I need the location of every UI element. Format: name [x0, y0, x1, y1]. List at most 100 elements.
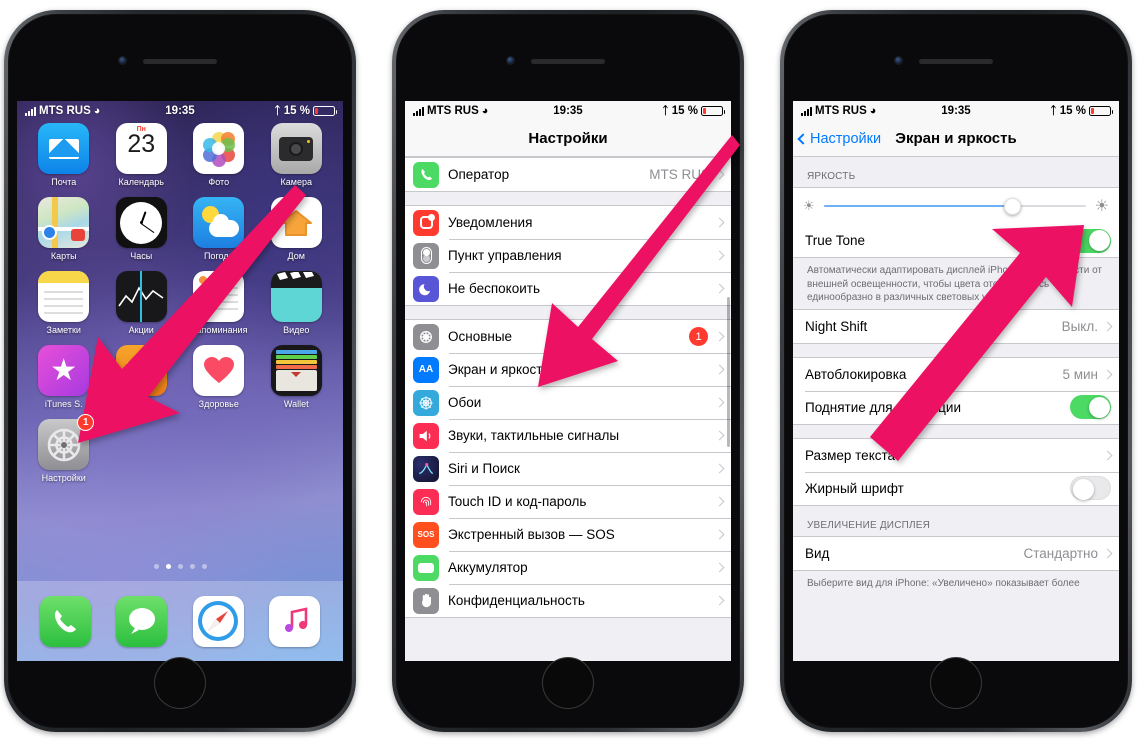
page-dot[interactable]: [153, 564, 159, 569]
settings-row-sounds[interactable]: Звуки, тактильные сигналы: [405, 419, 731, 452]
home-button[interactable]: [154, 657, 206, 709]
home-button[interactable]: [542, 657, 594, 709]
app-label: Погода: [203, 251, 234, 261]
music-note-icon[interactable]: [269, 595, 321, 647]
settings-row-display-brightness[interactable]: AA Экран и яркость: [405, 353, 731, 386]
view-row[interactable]: Вид Стандартно: [793, 536, 1119, 570]
camera-icon: [270, 123, 322, 174]
settings-row-operator[interactable]: Оператор MTS RUS: [405, 158, 731, 191]
notes-icon: [38, 271, 90, 322]
raise-to-wake-toggle[interactable]: [1070, 395, 1111, 419]
true-tone-toggle[interactable]: [1070, 228, 1111, 253]
chevron-right-icon: [714, 217, 725, 228]
app-itunes-store[interactable]: ★ iTunes S.: [25, 345, 103, 409]
app-home[interactable]: Дом: [258, 197, 336, 261]
app-notes[interactable]: Заметки: [25, 271, 103, 335]
photos-icon: [193, 123, 245, 174]
battery-percent: 15 %: [283, 105, 310, 117]
app-videos[interactable]: Видео: [258, 271, 336, 335]
text-group: Размер текста Жирный шрифт: [793, 437, 1119, 506]
display-brightness-icon: AA: [413, 356, 439, 383]
row-label: Вид: [805, 545, 830, 561]
settings-row-wallpaper[interactable]: Обои: [405, 386, 731, 419]
back-label: Настройки: [810, 130, 882, 147]
brightness-slider-row[interactable]: ☀ ☀: [793, 188, 1119, 224]
settings-row-do-not-disturb[interactable]: Не беспокоить: [405, 272, 731, 305]
row-label: Night Shift: [805, 318, 868, 334]
settings-row-battery[interactable]: Аккумулятор: [405, 551, 731, 584]
settings-row-sos[interactable]: SOS Экстренный вызов — SOS: [405, 518, 731, 551]
screenshot-stage: MTS RUS ◕ 19:35 ᛏ 15 % Почта Пн 23 Кален…: [0, 0, 1143, 744]
raise-to-wake-row[interactable]: Поднятие для активации: [793, 390, 1119, 424]
app-label: Часы: [130, 251, 153, 261]
app-mail[interactable]: Почта: [25, 123, 103, 187]
app-clock[interactable]: Часы: [103, 197, 181, 261]
battery-icon: [701, 106, 725, 116]
chevron-right-icon: [714, 529, 725, 540]
siri-icon: [413, 455, 439, 482]
navigation-bar-settings: Настройки: [405, 121, 731, 157]
settings-row-privacy[interactable]: Конфиденциальность: [405, 584, 731, 617]
row-label: Пункт управления: [448, 248, 562, 263]
display-settings-list[interactable]: ЯРКОСТЬ ☀ ☀ True Tone Автоматически адап…: [793, 157, 1119, 661]
phone-icon[interactable]: [39, 595, 91, 647]
settings-row-control-center[interactable]: Пункт управления: [405, 239, 731, 272]
bold-text-row[interactable]: Жирный шрифт: [793, 471, 1119, 505]
brightness-track[interactable]: [823, 197, 1086, 215]
chevron-right-icon: [714, 562, 725, 573]
text-size-row[interactable]: Размер текста: [793, 438, 1119, 472]
settings-row-general[interactable]: Основные 1: [405, 320, 731, 353]
list-gap: [405, 306, 731, 319]
bluetooth-icon: ᛏ: [1050, 105, 1057, 117]
app-stocks[interactable]: Акции: [103, 271, 181, 335]
app-calendar[interactable]: Пн 23 Календарь: [103, 123, 181, 187]
home-button[interactable]: [930, 657, 982, 709]
brightness-fill: [823, 204, 1013, 208]
settings-row-siri-search[interactable]: Siri и Поиск: [405, 452, 731, 485]
chevron-right-icon: [714, 430, 725, 441]
app-camera[interactable]: Камера: [258, 123, 336, 187]
true-tone-row[interactable]: True Tone: [793, 224, 1119, 257]
row-label: Обои: [448, 395, 482, 410]
app-wallet[interactable]: Wallet: [258, 345, 336, 409]
front-camera-icon: [118, 56, 127, 65]
app-photos[interactable]: Фото: [180, 123, 258, 187]
row-label: Звуки, тактильные сигналы: [448, 428, 620, 443]
settings-list[interactable]: Оператор MTS RUS Уведомления Пункт управ…: [405, 157, 731, 661]
clock-icon: [115, 197, 167, 248]
page-dot-active[interactable]: [165, 564, 171, 569]
app-settings[interactable]: 1 Настройки: [25, 414, 103, 483]
app-maps[interactable]: Карты: [25, 197, 103, 261]
app-reminders[interactable]: Напоминания: [180, 271, 258, 335]
app-label: Акции: [128, 325, 154, 335]
zoom-section-header: УВЕЛИЧЕНИЕ ДИСПЛЕЯ: [807, 519, 931, 531]
night-shift-row[interactable]: Night Shift Выкл.: [793, 309, 1119, 343]
back-button[interactable]: Настройки: [797, 130, 882, 147]
itunes-store-icon: ★: [38, 345, 90, 396]
list-gap: [793, 425, 1119, 438]
notifications-icon: [413, 209, 439, 236]
row-label: Поднятие для активации: [805, 399, 961, 415]
brightness-knob[interactable]: [1003, 197, 1021, 215]
app-label: Видео: [283, 325, 310, 335]
health-icon: [193, 345, 245, 396]
page-dot[interactable]: [201, 564, 207, 569]
safari-compass-icon[interactable]: [192, 595, 244, 647]
carrier-label: MTS RUS: [427, 105, 479, 117]
scrollbar[interactable]: [727, 297, 730, 447]
page-dot[interactable]: [189, 564, 195, 569]
app-ibooks[interactable]: iBooks: [103, 345, 181, 409]
app-health[interactable]: Здоровье: [180, 345, 258, 409]
ibooks-icon: [115, 345, 167, 396]
messages-icon[interactable]: [116, 595, 168, 647]
auto-lock-row[interactable]: Автоблокировка 5 мин: [793, 357, 1119, 391]
sounds-icon: [413, 422, 439, 449]
app-label: Календарь: [118, 177, 164, 187]
app-weather[interactable]: Погода: [180, 197, 258, 261]
settings-row-touch-id[interactable]: Touch ID и код-пароль: [405, 485, 731, 518]
page-dot[interactable]: [177, 564, 183, 569]
bold-text-toggle[interactable]: [1070, 476, 1111, 500]
settings-row-notifications[interactable]: Уведомления: [405, 206, 731, 239]
mail-icon: [38, 123, 90, 174]
app-label: Wallet: [283, 399, 309, 409]
